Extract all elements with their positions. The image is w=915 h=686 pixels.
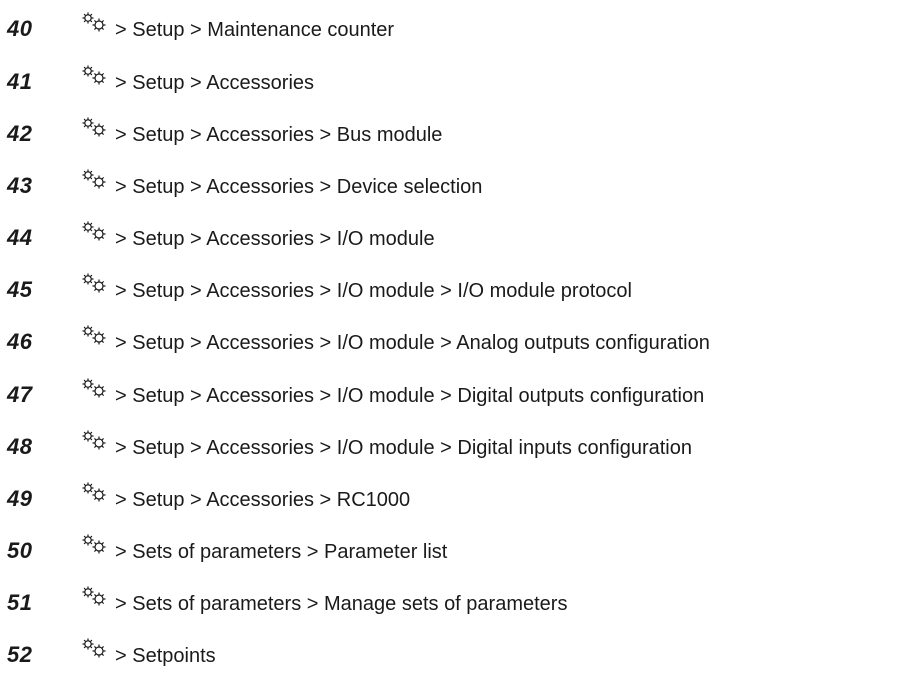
menu-path: > Setup > Accessories > Device selection xyxy=(115,176,483,198)
gears-icon xyxy=(82,325,106,345)
item-number: 49 xyxy=(7,486,33,511)
list-item: 52 > Setpoints xyxy=(0,630,915,682)
item-number: 41 xyxy=(7,69,33,94)
item-number: 50 xyxy=(7,538,33,563)
item-number: 51 xyxy=(7,590,33,615)
gears-icon xyxy=(82,273,106,293)
menu-path: > Setup > Accessories > RC1000 xyxy=(115,489,411,511)
gears-icon xyxy=(82,117,106,137)
gears-icon xyxy=(82,65,106,85)
list-item: 40 > Setup > Maintenance counter xyxy=(0,4,915,56)
menu-path: > Setpoints xyxy=(115,645,216,667)
item-number: 52 xyxy=(7,642,33,667)
item-number: 45 xyxy=(7,277,33,302)
item-number: 48 xyxy=(7,434,33,459)
menu-path: > Setup > Accessories > I/O module > Dig… xyxy=(115,437,692,459)
item-number: 47 xyxy=(7,382,33,407)
gears-icon xyxy=(82,378,106,398)
menu-path: > Setup > Accessories > I/O module xyxy=(115,228,435,250)
gears-icon xyxy=(82,430,106,450)
gears-icon xyxy=(82,586,106,606)
list-item: 44 > Setup > Accessories > I/O module xyxy=(0,213,915,265)
list-item: 43 > Setup > Accessories > Device select… xyxy=(0,161,915,213)
list-item: 51 > Sets of parameters > Manage sets of… xyxy=(0,578,915,630)
item-number: 43 xyxy=(7,173,33,198)
item-number: 42 xyxy=(7,121,33,146)
list-item: 48 > Setup > Accessories > I/O module > … xyxy=(0,422,915,474)
list-item: 45 > Setup > Accessories > I/O module > … xyxy=(0,265,915,317)
gears-icon xyxy=(82,534,106,554)
menu-path: > Sets of parameters > Parameter list xyxy=(115,541,448,563)
list-item: 47 > Setup > Accessories > I/O module > … xyxy=(0,370,915,422)
menu-path: > Setup > Accessories > I/O module > Dig… xyxy=(115,385,705,407)
gears-icon xyxy=(82,482,106,502)
item-number: 44 xyxy=(7,225,33,250)
item-number: 40 xyxy=(7,16,33,41)
gears-icon xyxy=(82,12,106,32)
menu-path: > Setup > Maintenance counter xyxy=(115,19,395,41)
list-item: 46 > Setup > Accessories > I/O module > … xyxy=(0,317,915,369)
list-item: 42 > Setup > Accessories > Bus module xyxy=(0,109,915,161)
menu-path: > Sets of parameters > Manage sets of pa… xyxy=(115,593,568,615)
menu-path: > Setup > Accessories > Bus module xyxy=(115,124,443,146)
menu-path: > Setup > Accessories xyxy=(115,72,315,94)
item-number: 46 xyxy=(7,329,33,354)
menu-path: > Setup > Accessories > I/O module > I/O… xyxy=(115,280,632,302)
gears-icon xyxy=(82,638,106,658)
list-item: 50 > Sets of parameters > Parameter list xyxy=(0,526,915,578)
list-item: 49 > Setup > Accessories > RC1000 xyxy=(0,474,915,526)
gears-icon xyxy=(82,169,106,189)
list-item: 41 > Setup > Accessories xyxy=(0,57,915,109)
gears-icon xyxy=(82,221,106,241)
menu-path: > Setup > Accessories > I/O module > Ana… xyxy=(115,332,710,354)
